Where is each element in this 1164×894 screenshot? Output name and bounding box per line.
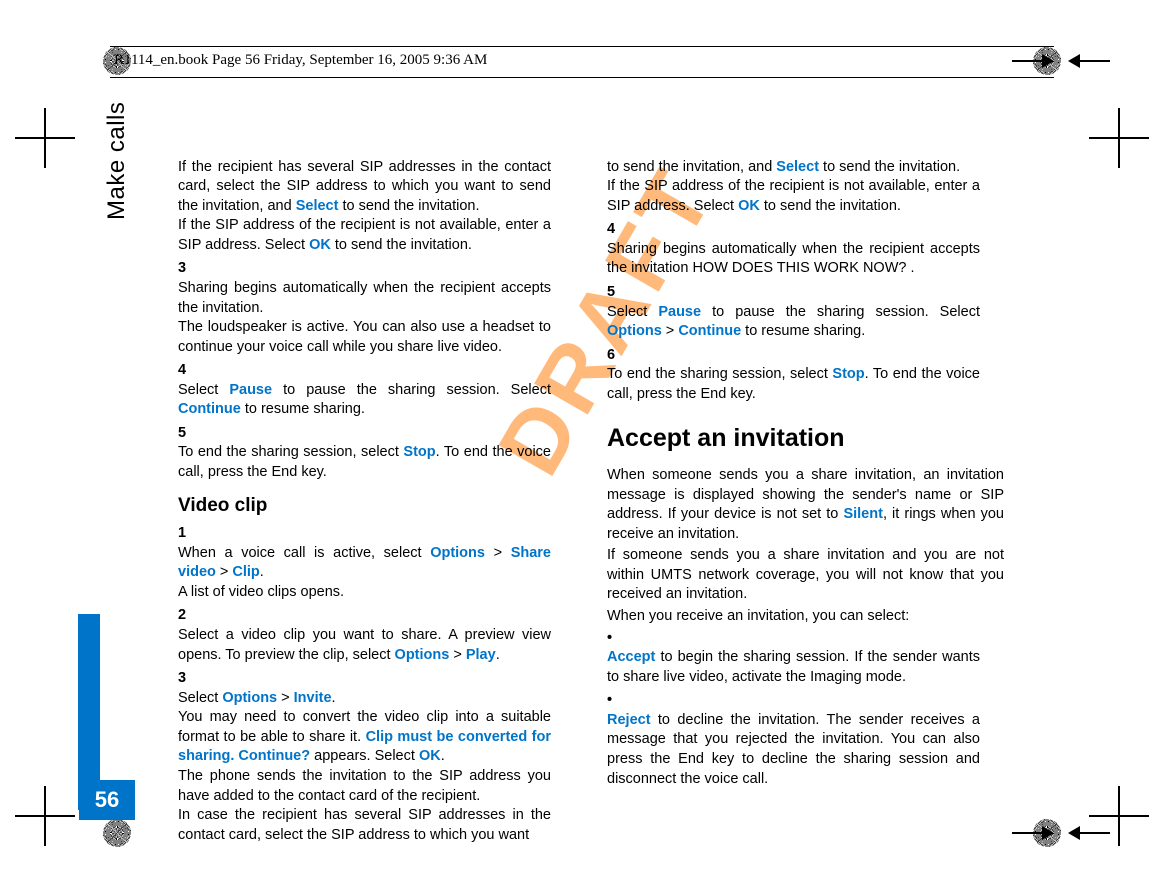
step-number: 5 bbox=[607, 283, 629, 303]
ui-term: Pause bbox=[229, 382, 272, 398]
ui-term: Reject bbox=[607, 712, 651, 728]
list-item: 4 Select Pause to pause the sharing sess… bbox=[178, 361, 575, 420]
text: . bbox=[496, 647, 500, 663]
step-number: 3 bbox=[178, 669, 200, 689]
text: to send the invitation. bbox=[338, 198, 479, 214]
crop-cross-icon bbox=[1089, 786, 1149, 846]
separator: > bbox=[662, 323, 679, 339]
text: Sharing begins automatically when the re… bbox=[178, 280, 551, 316]
ui-term: OK bbox=[309, 237, 331, 253]
separator: > bbox=[449, 647, 466, 663]
heading-accept-invitation: Accept an invitation bbox=[607, 422, 1004, 456]
paragraph: If someone sends you a share invitation … bbox=[607, 546, 1004, 605]
list-continuation: to send the invitation, and Select to se… bbox=[607, 138, 1004, 216]
paragraph: When someone sends you a share invitatio… bbox=[607, 466, 1004, 544]
text: to resume sharing. bbox=[241, 401, 365, 417]
bullet-icon: • bbox=[607, 691, 629, 711]
crop-cross-icon bbox=[15, 108, 75, 168]
text: Select bbox=[607, 304, 658, 320]
text: Sharing begins automatically when the re… bbox=[607, 240, 980, 279]
sidebar: Make calls bbox=[78, 110, 138, 810]
list-item: 3 Select Options > Invite. You may need … bbox=[178, 669, 575, 845]
text: to send the invitation. bbox=[331, 237, 472, 253]
text: appears. Select bbox=[310, 748, 419, 764]
text: Select bbox=[178, 382, 229, 398]
crop-cross-icon bbox=[1089, 108, 1149, 168]
ui-term: Select bbox=[296, 198, 339, 214]
list-item: 1 When a voice call is active, select Op… bbox=[178, 524, 575, 602]
text: to pause the sharing session. Select bbox=[701, 304, 980, 320]
crop-arrow-icon bbox=[1012, 808, 1062, 858]
ui-term: Continue bbox=[678, 323, 741, 339]
crop-arrow-icon bbox=[1012, 36, 1062, 86]
separator: > bbox=[277, 690, 294, 706]
text: to send the invitation. bbox=[819, 159, 960, 175]
list-item: 5 Select Pause to pause the sharing sess… bbox=[607, 283, 1004, 342]
body-content: If the recipient has several SIP address… bbox=[178, 138, 1004, 804]
paragraph: When you receive an invitation, you can … bbox=[607, 607, 1004, 627]
ui-term: Options bbox=[607, 323, 662, 339]
page-number: 56 bbox=[79, 780, 135, 820]
text: The loudspeaker is active. You can also … bbox=[178, 319, 551, 355]
section-label: Make calls bbox=[103, 102, 131, 220]
bullet-item: • Accept to begin the sharing session. I… bbox=[607, 629, 1004, 688]
list-item: 2 Select a video clip you want to share.… bbox=[178, 606, 575, 665]
text: Select bbox=[178, 690, 222, 706]
bullet-item: • Reject to decline the invitation. The … bbox=[607, 691, 1004, 789]
text: The phone sends the invitation to the SI… bbox=[178, 768, 551, 804]
text: A list of video clips opens. bbox=[178, 584, 344, 600]
subheading-video-clip: Video clip bbox=[178, 493, 575, 519]
ui-term: Options bbox=[222, 690, 277, 706]
list-item: 4 Sharing begins automatically when the … bbox=[607, 220, 1004, 279]
text: To end the sharing session, select bbox=[607, 366, 832, 382]
ui-term: Stop bbox=[403, 444, 435, 460]
ui-term: Options bbox=[395, 647, 450, 663]
step-number: 4 bbox=[607, 220, 629, 240]
step-number: 6 bbox=[607, 346, 629, 366]
crop-arrow-icon bbox=[1060, 36, 1110, 86]
ui-term: Continue bbox=[178, 401, 241, 417]
text: to resume sharing. bbox=[741, 323, 865, 339]
registration-mark-icon bbox=[103, 819, 131, 847]
step-number: 2 bbox=[178, 606, 200, 626]
ui-term: Stop bbox=[832, 366, 864, 382]
ui-term: Invite bbox=[294, 690, 332, 706]
page: R1114_en.book Page 56 Friday, September … bbox=[0, 0, 1164, 894]
ui-term: Clip bbox=[232, 564, 259, 580]
list-item: 3 Sharing begins automatically when the … bbox=[178, 259, 575, 357]
ui-term: Play bbox=[466, 647, 496, 663]
bullet-icon: • bbox=[607, 629, 629, 649]
ui-term: Pause bbox=[658, 304, 701, 320]
list-item: 5 To end the sharing session, select Sto… bbox=[178, 424, 575, 483]
text: . bbox=[332, 690, 336, 706]
separator: > bbox=[216, 564, 233, 580]
step-number: 4 bbox=[178, 361, 200, 381]
ui-term: OK bbox=[738, 198, 760, 214]
ui-term: Silent bbox=[843, 506, 882, 522]
list-continuation: If the recipient has several SIP address… bbox=[178, 138, 575, 255]
ui-term: Options bbox=[430, 545, 485, 561]
text: to pause the sharing session. Select bbox=[272, 382, 551, 398]
step-number: 1 bbox=[178, 524, 200, 544]
text: To end the sharing session, select bbox=[178, 444, 403, 460]
running-header: R1114_en.book Page 56 Friday, September … bbox=[114, 52, 487, 69]
crop-cross-icon bbox=[15, 786, 75, 846]
ui-term: OK bbox=[419, 748, 441, 764]
ui-term: Select bbox=[776, 159, 819, 175]
separator: > bbox=[485, 545, 511, 561]
text: . bbox=[260, 564, 264, 580]
step-number: 3 bbox=[178, 259, 200, 279]
text: to begin the sharing session. If the sen… bbox=[607, 649, 980, 685]
text: In case the recipient has several SIP ad… bbox=[178, 807, 551, 843]
step-number: 5 bbox=[178, 424, 200, 444]
text: When a voice call is active, select bbox=[178, 545, 430, 561]
text: . bbox=[441, 748, 445, 764]
text: to send the invitation, and bbox=[607, 159, 776, 175]
text: to decline the invitation. The sender re… bbox=[607, 712, 980, 787]
list-item: 6 To end the sharing session, select Sto… bbox=[607, 346, 1004, 405]
text: to send the invitation. bbox=[760, 198, 901, 214]
header-rule bbox=[110, 77, 1054, 78]
header-rule bbox=[110, 46, 1054, 47]
ui-term: Accept bbox=[607, 649, 655, 665]
